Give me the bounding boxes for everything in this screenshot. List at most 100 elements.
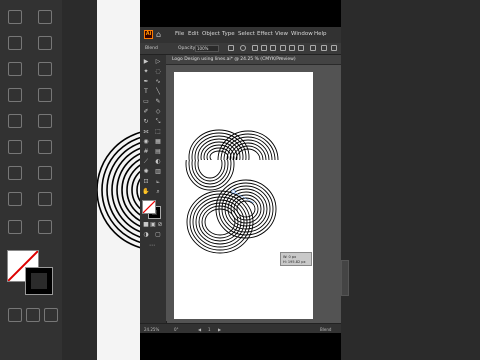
column-graph-icon[interactable]: ▥ [154, 168, 162, 176]
menu-edit[interactable]: Edit [188, 31, 199, 37]
bg-tool-icon [38, 140, 52, 154]
shaper-tool-icon[interactable]: ✐ [142, 108, 150, 116]
align-middle-icon[interactable] [289, 45, 295, 51]
menu-select[interactable]: Select [238, 31, 255, 37]
current-tool: Blend [320, 327, 332, 332]
line-logo-art[interactable] [174, 72, 313, 319]
bg-tool-icon [8, 62, 22, 76]
line-tool-icon[interactable]: ╲ [154, 88, 162, 96]
bg-tool-icon [8, 220, 22, 234]
artboard[interactable] [174, 72, 313, 319]
panel-menu-icon[interactable] [331, 45, 337, 51]
align-top-icon[interactable] [280, 45, 286, 51]
bg-tool-icon [8, 36, 22, 50]
screen-mode-icon[interactable]: ▢ [154, 231, 162, 239]
bg-stroke-swatch [25, 267, 53, 295]
menu-effect[interactable]: Effect [257, 31, 273, 37]
align-center-icon[interactable] [261, 45, 267, 51]
control-bar: Blend Opacity: 100% [140, 43, 341, 55]
background-blur-right [341, 0, 480, 360]
width-tool-icon[interactable]: ⟗ [142, 128, 150, 136]
bg-tool-icon [8, 10, 22, 24]
artboard-navigation-prev[interactable]: ◀ [198, 327, 201, 332]
document-tab[interactable]: Logo Design using lines.ai* @ 24.25 % (C… [166, 55, 341, 65]
scale-tool-icon[interactable]: ⤡ [154, 118, 162, 126]
bg-tool-icon [38, 62, 52, 76]
tooltip-height: H: 195.82 px [283, 260, 306, 264]
align-right-icon[interactable] [270, 45, 276, 51]
illustrator-window: Ai ⌂ File Edit Object Type Select Effect… [140, 27, 341, 333]
bg-tool-icon [8, 192, 22, 206]
perspective-grid-icon[interactable]: ▦ [154, 138, 162, 146]
canvas-area[interactable]: W: 0 px H: 195.82 px [166, 65, 341, 321]
symbol-sprayer-icon[interactable]: ✺ [142, 168, 150, 176]
menu-view[interactable]: View [275, 31, 288, 37]
bg-tool-icon [38, 220, 52, 234]
close-icon[interactable]: × [278, 56, 282, 62]
direct-selection-tool-icon[interactable]: ▷ [154, 58, 162, 66]
artboard-navigation-next[interactable]: ▶ [218, 327, 221, 332]
opacity-label: Opacity: [178, 46, 197, 51]
bg-tool-icon [38, 36, 52, 50]
artboard-tool-icon[interactable]: ⊡ [142, 178, 150, 186]
curvature-tool-icon[interactable]: ∿ [154, 78, 162, 86]
background-panel-tab [341, 260, 349, 296]
magic-wand-icon[interactable]: ✦ [142, 68, 150, 76]
menu-help[interactable]: Help [314, 31, 327, 37]
none-mode-icon[interactable]: ⊘ [156, 221, 164, 229]
slice-tool-icon[interactable]: ⟀ [154, 178, 162, 186]
bg-tool-icon [38, 88, 52, 102]
fill-swatch[interactable] [142, 200, 156, 214]
rotation-angle[interactable]: 0° [174, 327, 179, 332]
menu-type[interactable]: Type [222, 31, 235, 37]
menu-file[interactable]: File [175, 31, 184, 37]
bg-tool-icon [8, 88, 22, 102]
draw-mode-icon[interactable]: ◑ [142, 231, 150, 239]
align-icon[interactable] [240, 45, 246, 51]
bg-tool-icon [8, 114, 22, 128]
status-bar: 24.25% 0° ◀ 1 ▶ Blend [140, 323, 341, 333]
lasso-icon[interactable]: ◌ [154, 68, 162, 76]
bg-tool-icon [8, 166, 22, 180]
shape-builder-icon[interactable]: ◉ [142, 138, 150, 146]
eraser-tool-icon[interactable]: ◇ [154, 108, 162, 116]
hand-tool-icon[interactable]: ✋ [142, 188, 150, 196]
background-art [97, 131, 140, 249]
bg-tool-icon [38, 114, 52, 128]
align-left-icon[interactable] [252, 45, 258, 51]
menu-window[interactable]: Window [291, 31, 313, 37]
bg-tool-icon [38, 192, 52, 206]
tooltip-width: W: 0 px [283, 255, 297, 259]
rectangle-tool-icon[interactable]: ▭ [142, 98, 150, 106]
rotate-tool-icon[interactable]: ↻ [142, 118, 150, 126]
background-blur-left [0, 0, 140, 360]
blend-tool-icon[interactable]: ◐ [154, 158, 162, 166]
zoom-tool-icon[interactable]: ⌕ [154, 188, 162, 196]
align-bottom-icon[interactable] [298, 45, 304, 51]
recolor-icon[interactable] [228, 45, 234, 51]
opacity-input[interactable]: 100% [195, 45, 219, 52]
edit-toolbar-icon[interactable]: ⋯ [148, 242, 156, 250]
menu-object[interactable]: Object [202, 31, 220, 37]
app-logo: Ai [144, 30, 153, 39]
menu-bar: Ai ⌂ File Edit Object Type Select Effect… [140, 27, 341, 43]
gradient-tool-icon[interactable]: ▤ [154, 148, 162, 156]
paintbrush-tool-icon[interactable]: ✎ [154, 98, 162, 106]
home-icon[interactable]: ⌂ [156, 30, 161, 39]
isolate-icon[interactable] [321, 45, 327, 51]
bg-tool-icon [44, 308, 58, 322]
zoom-level[interactable]: 24.25% [144, 327, 159, 332]
selection-tool-icon[interactable]: ▶ [142, 58, 150, 66]
artboard-number[interactable]: 1 [208, 327, 211, 332]
transform-icon[interactable] [310, 45, 316, 51]
object-type-label: Blend [145, 46, 158, 51]
tools-panel: ▶ ▷ ✦ ◌ ✒ ∿ T ╲ ▭ ✎ ✐ ◇ ↻ ⤡ ⟗ ⬚ ◉ ▦ # ▤ … [140, 55, 167, 333]
measurement-tooltip: W: 0 px H: 195.82 px [280, 252, 312, 266]
eyedropper-icon[interactable]: ⟋ [142, 158, 150, 166]
bg-tool-icon [8, 140, 22, 154]
pen-tool-icon[interactable]: ✒ [142, 78, 150, 86]
free-transform-icon[interactable]: ⬚ [154, 128, 162, 136]
mesh-tool-icon[interactable]: # [142, 148, 150, 156]
type-tool-icon[interactable]: T [142, 88, 150, 96]
bg-tool-icon [8, 308, 22, 322]
